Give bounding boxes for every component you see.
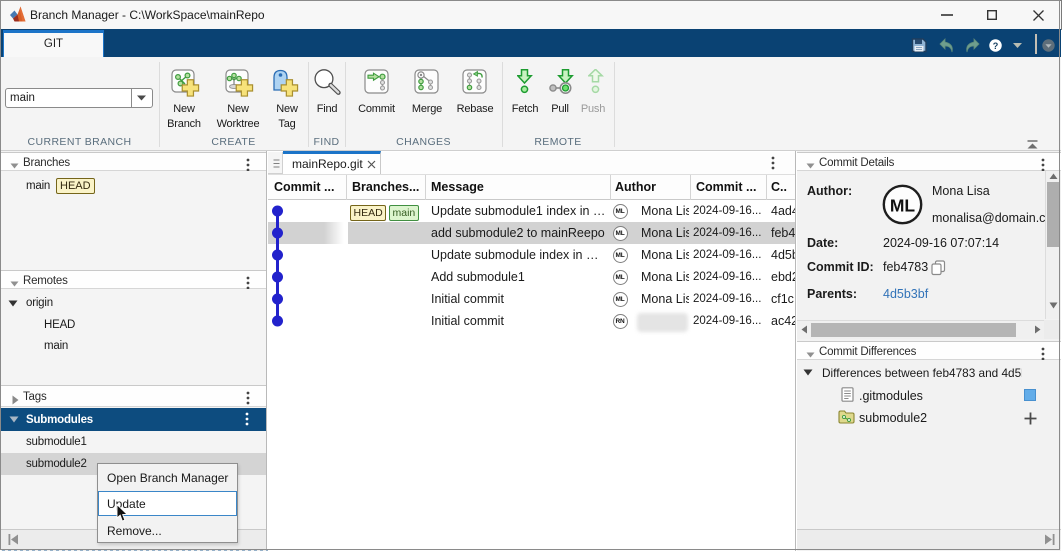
svg-text:?: ? [993, 40, 999, 50]
svg-text:ML: ML [890, 196, 916, 216]
